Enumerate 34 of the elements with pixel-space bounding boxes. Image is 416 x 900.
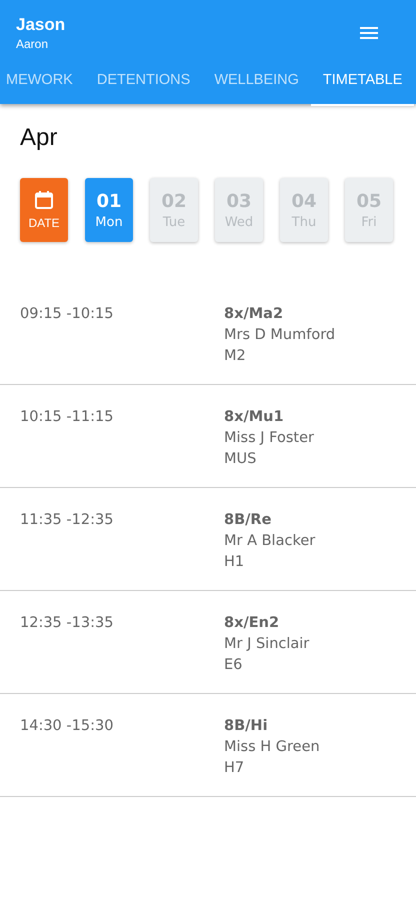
day-number: 01 <box>96 190 122 212</box>
month-title: Apr <box>19 123 58 153</box>
menu-icon[interactable] <box>360 27 378 39</box>
class-code: 8x/En2 <box>224 614 280 633</box>
teacher-name: Mr J Sinclair <box>224 635 310 654</box>
lesson-time: 14:30 -15:30 <box>19 718 114 736</box>
room-label: MUS <box>224 450 258 469</box>
student-name: Jason <box>16 15 66 35</box>
tab[interactable]: MEWORK <box>0 54 85 106</box>
day-tile[interactable]: 01 Mon <box>85 178 133 242</box>
calendar-icon <box>34 190 54 210</box>
tab[interactable]: DETENTIONS <box>84 54 202 106</box>
room-label: H1 <box>224 553 246 572</box>
lesson-time: 12:35 -13:35 <box>19 615 114 633</box>
lesson-time: 09:15 -10:15 <box>19 306 114 324</box>
tab[interactable]: WELLBEING <box>202 54 311 106</box>
date-button[interactable]: DATE <box>20 178 68 242</box>
teacher-name: Miss J Foster <box>224 429 314 448</box>
date-label: DATE <box>28 216 60 230</box>
tab[interactable]: TIMETABLE <box>310 54 414 106</box>
room-label: E6 <box>224 656 244 675</box>
teacher-name: Miss H Green <box>224 738 320 757</box>
class-code: 8B/Re <box>224 511 272 530</box>
weekday-label: Mon <box>95 214 123 230</box>
teacher-name: Mrs D Mumford <box>224 326 336 345</box>
class-code: 8x/Ma2 <box>224 305 284 324</box>
lesson-time: 10:15 -11:15 <box>19 409 114 427</box>
student-subtitle: Aaron <box>16 37 50 51</box>
room-label: M2 <box>224 347 247 366</box>
lesson-time: 11:35 -12:35 <box>19 512 114 530</box>
class-code: 8x/Mu1 <box>224 408 285 427</box>
room-label: H7 <box>224 759 246 778</box>
class-code: 8B/Hi <box>224 717 269 736</box>
teacher-name: Mr A Blacker <box>224 532 316 551</box>
